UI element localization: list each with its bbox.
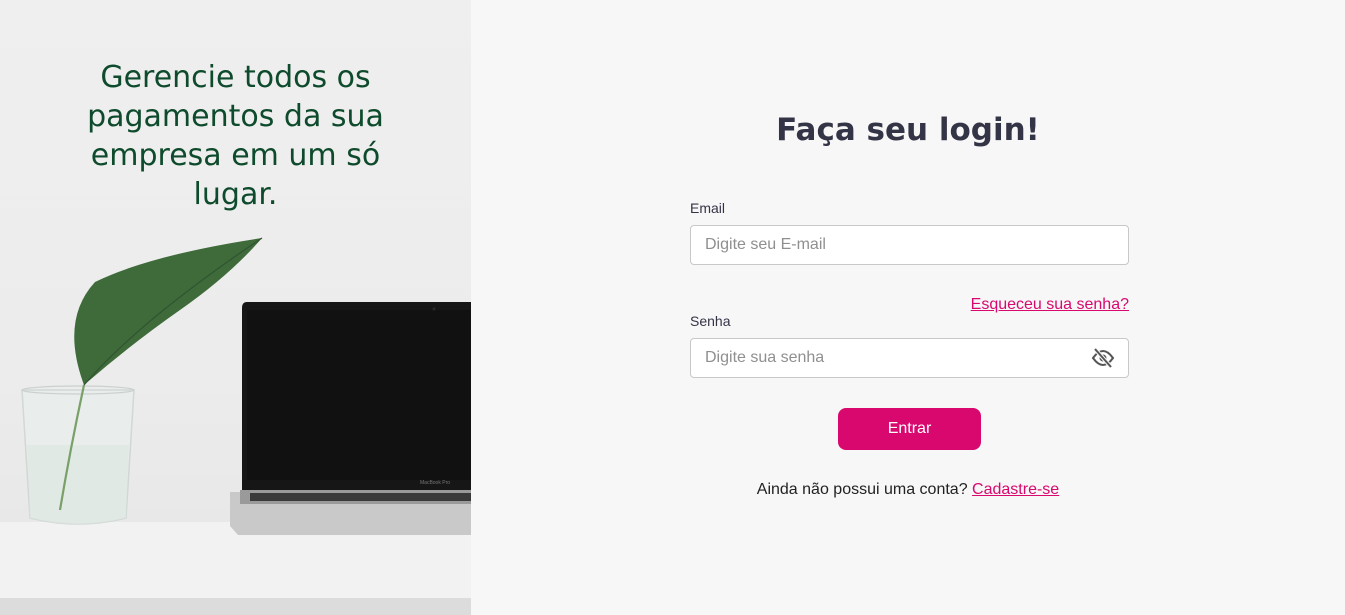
password-field[interactable] — [690, 338, 1129, 378]
email-field[interactable] — [690, 225, 1129, 265]
login-panel: Faça seu login! Email Esqueceu sua senha… — [471, 0, 1345, 615]
signup-link[interactable]: Cadastre-se — [972, 481, 1059, 498]
page-title: Faça seu login! — [776, 112, 1040, 148]
forgot-password-link[interactable]: Esqueceu sua senha? — [971, 296, 1129, 314]
password-label: Senha — [690, 313, 731, 329]
signup-prompt: Ainda não possui uma conta? Cadastre-se — [471, 481, 1345, 499]
laptop-brand: MacBook Pro — [420, 480, 450, 486]
login-button[interactable]: Entrar — [838, 408, 981, 450]
eye-off-icon[interactable] — [1091, 346, 1115, 370]
hero-headline: Gerencie todos os pagamentos da sua empr… — [87, 60, 384, 212]
hero-panel: MacBook Pro Gerencie todos os pagamentos… — [0, 0, 471, 615]
email-label: Email — [690, 200, 726, 216]
signup-prompt-text: Ainda não possui uma conta? — [756, 481, 968, 498]
